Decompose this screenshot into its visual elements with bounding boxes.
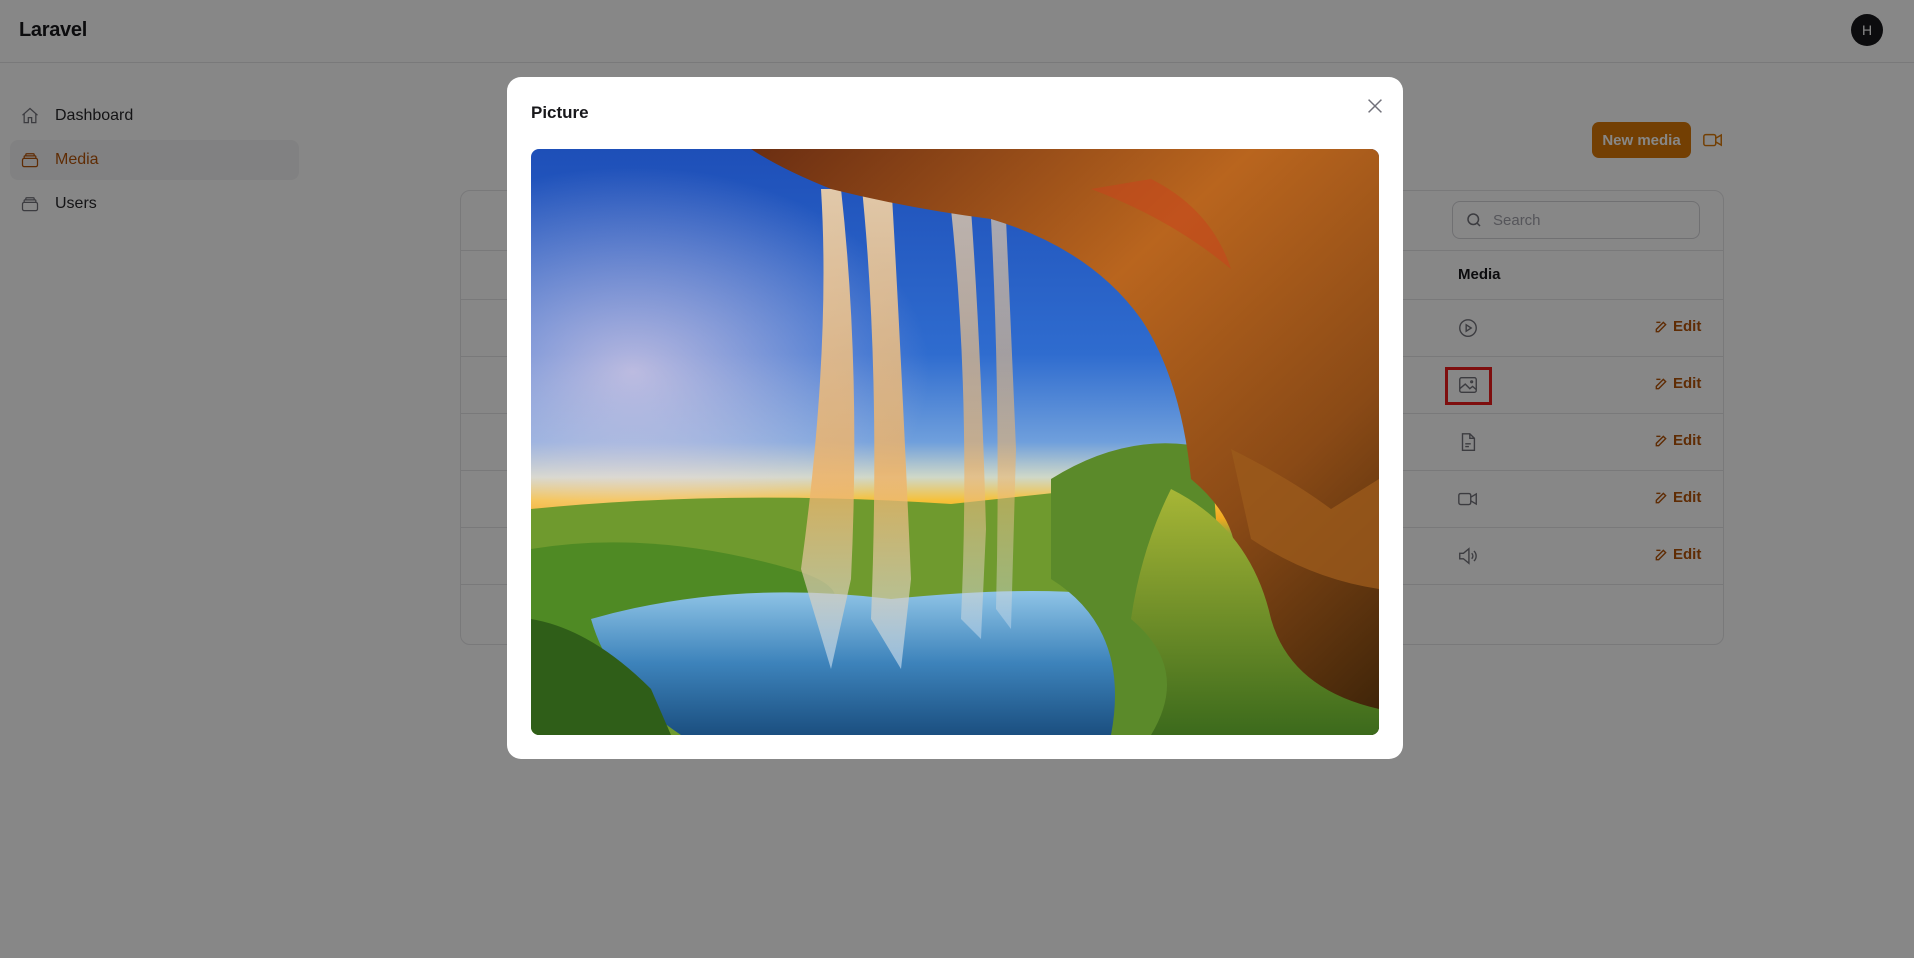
close-icon[interactable] [1364,95,1386,117]
waterfall-image [531,149,1379,735]
picture-modal: Picture [507,77,1403,759]
modal-title: Picture [531,103,589,122]
